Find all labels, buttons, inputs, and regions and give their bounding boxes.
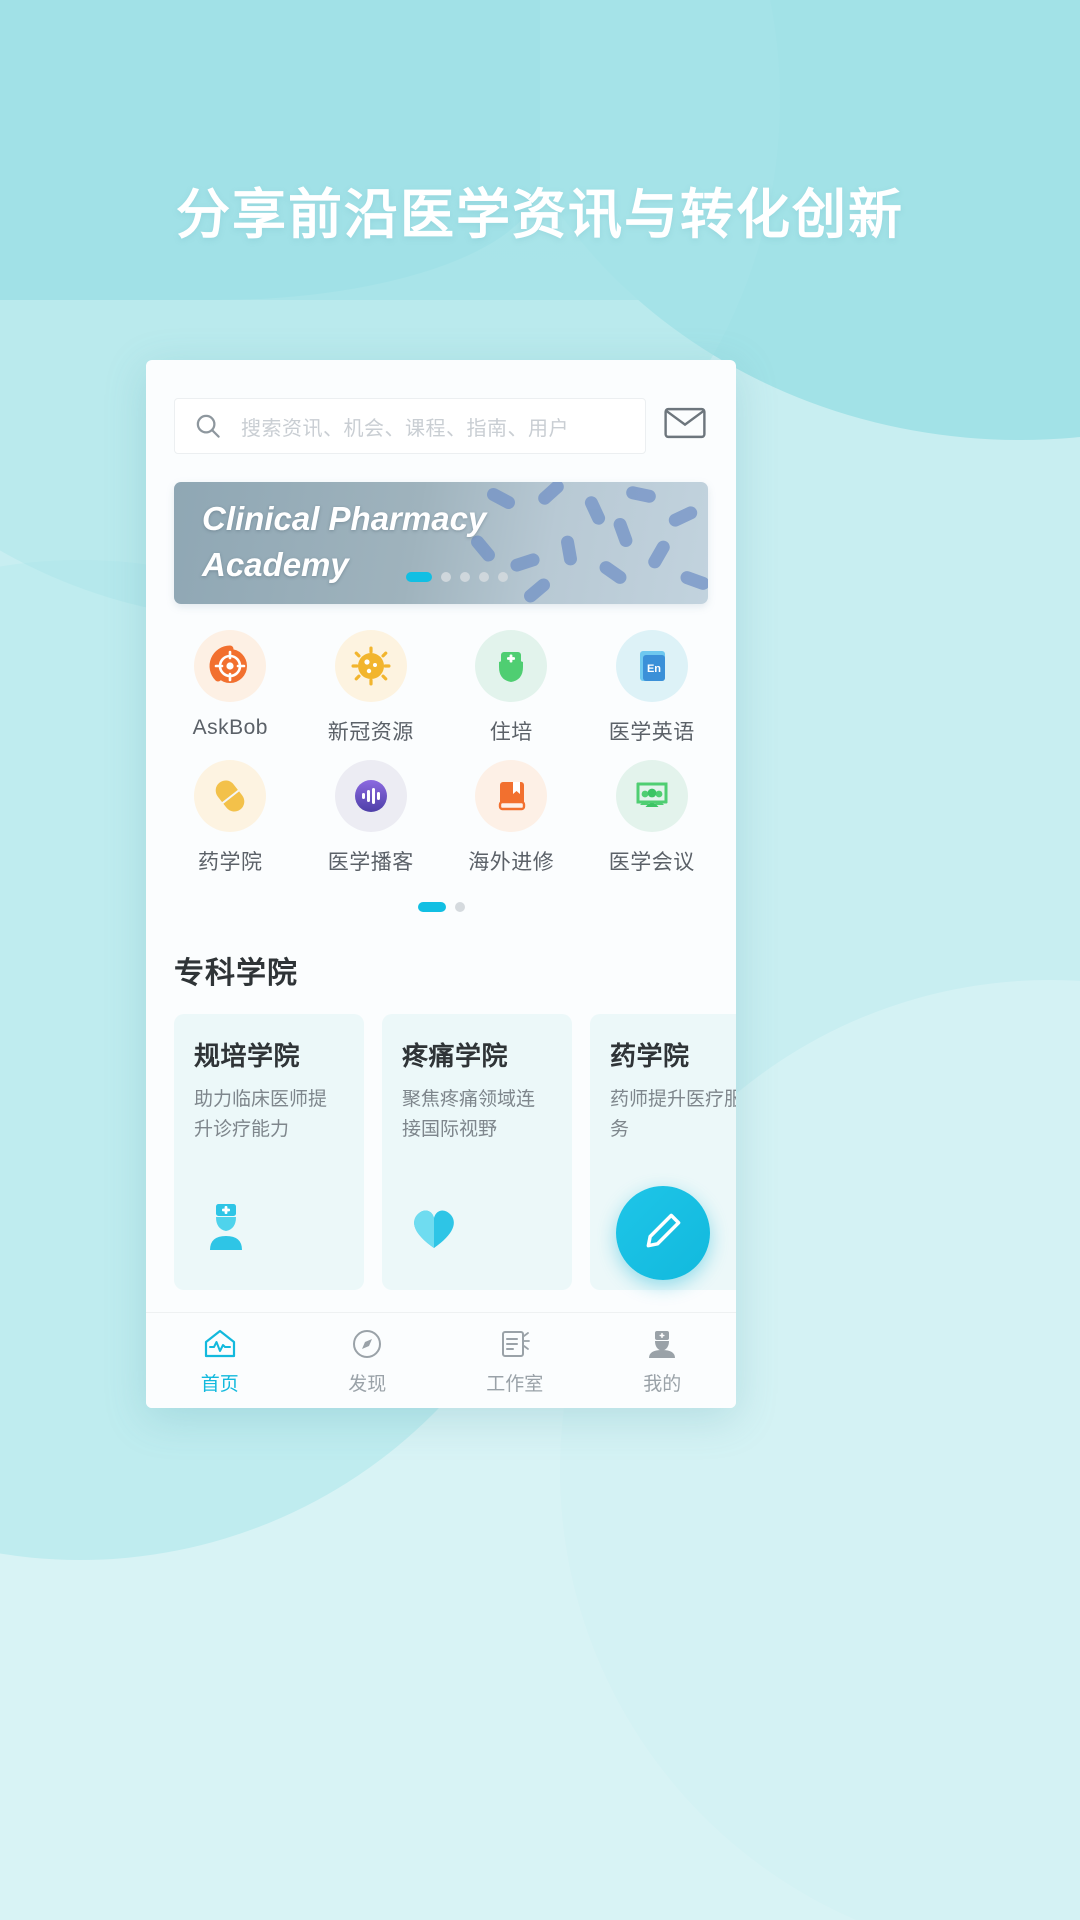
grid-item-medical-podcast[interactable]: 医学播客 bbox=[301, 760, 442, 876]
profile-icon bbox=[642, 1326, 682, 1362]
section-title-academies: 专科学院 bbox=[174, 957, 298, 990]
academy-card-title: 规培学院 bbox=[194, 1041, 301, 1071]
search-input[interactable]: 搜索资讯、机会、课程、指南、用户 bbox=[174, 398, 646, 454]
nurse-person-icon bbox=[196, 1196, 256, 1256]
home-pulse-icon bbox=[200, 1326, 240, 1362]
quick-entry-grid: AskBob 新冠资源 住培 En 医学英语 药学院 医学播客 海外进修 医学会… bbox=[146, 604, 736, 876]
compass-icon bbox=[347, 1326, 387, 1362]
svg-text:En: En bbox=[647, 663, 661, 675]
capsule-icon bbox=[194, 760, 267, 832]
tab-label: 首页 bbox=[200, 1373, 239, 1395]
grid-item-label: 药学院 bbox=[198, 851, 263, 874]
academy-card-title: 疼痛学院 bbox=[402, 1041, 509, 1071]
pencil-icon bbox=[641, 1209, 685, 1258]
academy-card[interactable]: 疼痛学院 聚焦疼痛领域连接国际视野 bbox=[382, 1014, 572, 1290]
search-icon bbox=[193, 411, 223, 441]
app-screen: 搜索资讯、机会、课程、指南、用户 Clinical Pharmacy Acade… bbox=[146, 360, 736, 1408]
target-icon bbox=[194, 630, 267, 702]
academy-card[interactable]: 规培学院 助力临床医师提升诊疗能力 bbox=[174, 1014, 364, 1290]
compose-fab-button[interactable] bbox=[616, 1186, 710, 1280]
search-placeholder-text: 搜索资讯、机会、课程、指南、用户 bbox=[241, 417, 569, 440]
tab-discover[interactable]: 发现 bbox=[294, 1313, 442, 1408]
grid-item-label: 医学会议 bbox=[608, 851, 695, 874]
academy-card-desc: 聚焦疼痛领域连接国际视野 bbox=[402, 1089, 536, 1140]
tab-profile[interactable]: 我的 bbox=[589, 1313, 737, 1408]
grid-item-label: 医学播客 bbox=[327, 851, 414, 874]
grid-item-medical-english[interactable]: En 医学英语 bbox=[582, 630, 723, 746]
banner-title-line1: Clinical Pharmacy bbox=[202, 500, 487, 537]
heart-icon bbox=[404, 1196, 464, 1256]
grid-pagination-dots[interactable] bbox=[146, 876, 736, 912]
academy-card-desc: 药师提升医疗服务 bbox=[610, 1089, 736, 1140]
grid-item-label: 海外进修 bbox=[468, 851, 555, 874]
promo-banner[interactable]: Clinical Pharmacy Academy bbox=[174, 482, 708, 604]
banner-pagination-dots[interactable] bbox=[406, 572, 508, 582]
tab-label: 发现 bbox=[348, 1373, 387, 1395]
grid-item-label: AskBob bbox=[192, 716, 268, 739]
grid-item-covid-resources[interactable]: 新冠资源 bbox=[301, 630, 442, 746]
bottom-tab-bar: 首页 发现 工作室 我的 bbox=[146, 1312, 736, 1408]
grid-item-askbob[interactable]: AskBob bbox=[160, 630, 301, 746]
grid-item-label: 医学英语 bbox=[608, 721, 695, 744]
phone-mockup: 搜索资讯、机会、课程、指南、用户 Clinical Pharmacy Acade… bbox=[146, 360, 736, 1408]
nurse-cap-icon bbox=[475, 630, 548, 702]
tab-home[interactable]: 首页 bbox=[146, 1313, 294, 1408]
grid-item-label: 住培 bbox=[489, 721, 533, 744]
grid-item-pharmacy-academy[interactable]: 药学院 bbox=[160, 760, 301, 876]
virus-icon bbox=[334, 630, 407, 702]
conference-icon bbox=[615, 760, 688, 832]
academy-card-desc: 助力临床医师提升诊疗能力 bbox=[194, 1089, 328, 1140]
english-book-icon: En bbox=[615, 630, 688, 702]
workspace-icon bbox=[495, 1326, 535, 1362]
page-headline: 分享前沿医学资讯与转化创新 bbox=[176, 185, 904, 245]
grid-item-overseas-study[interactable]: 海外进修 bbox=[441, 760, 582, 876]
tab-label: 我的 bbox=[643, 1373, 682, 1395]
tab-label: 工作室 bbox=[486, 1373, 544, 1395]
academy-card-title: 药学院 bbox=[610, 1041, 690, 1071]
grid-item-medical-conference[interactable]: 医学会议 bbox=[582, 760, 723, 876]
mail-icon[interactable] bbox=[664, 405, 706, 447]
bookmark-book-icon bbox=[475, 760, 548, 832]
podcast-icon bbox=[334, 760, 407, 832]
grid-item-residency[interactable]: 住培 bbox=[441, 630, 582, 746]
tab-workspace[interactable]: 工作室 bbox=[441, 1313, 589, 1408]
grid-item-label: 新冠资源 bbox=[327, 721, 414, 744]
search-bar: 搜索资讯、机会、课程、指南、用户 bbox=[146, 360, 736, 454]
